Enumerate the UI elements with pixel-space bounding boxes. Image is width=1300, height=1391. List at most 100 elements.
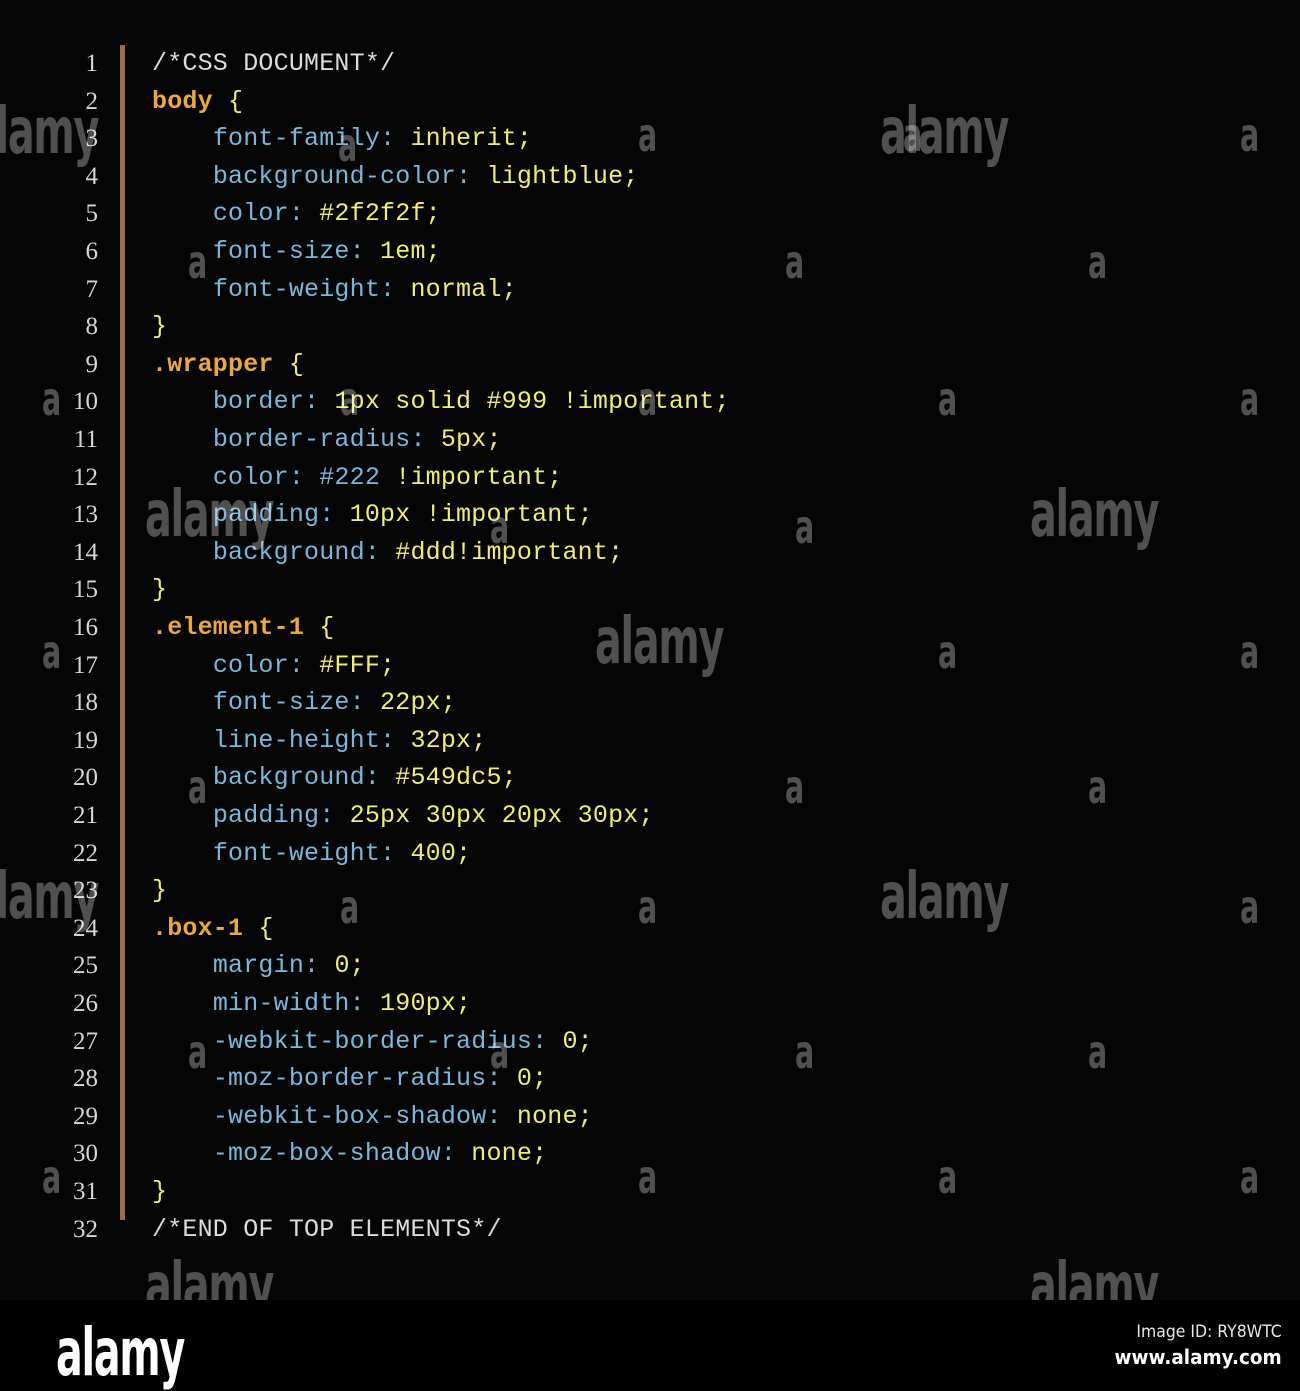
code-line[interactable]: 18 font-size: 22px; [0,684,1300,722]
code-line-text[interactable]: background-color: lightblue; [152,158,639,196]
code-line[interactable]: 7 font-weight: normal; [0,271,1300,309]
code-line[interactable]: 16 .element-1 { [0,609,1300,647]
code-line-text[interactable]: -webkit-border-radius: 0; [152,1023,593,1061]
code-token: : [410,425,441,454]
code-token: : [304,387,335,417]
code-line-text[interactable]: -moz-box-shadow: none; [152,1135,547,1173]
code-editor[interactable]: 1/*CSS DOCUMENT*/2 body {3 font-family: i… [0,0,1300,1300]
code-token: -moz-border-radius [212,1064,487,1094]
code-line-text[interactable]: padding: 10px !important; [152,496,593,534]
code-line[interactable]: 25 margin: 0; [0,947,1300,985]
code-line-text[interactable]: .box-1 { [152,910,274,948]
code-token: : [440,1139,472,1169]
code-line-text[interactable]: .wrapper { [152,346,304,384]
code-line-text[interactable]: -moz-border-radius: 0; [152,1060,547,1098]
code-line[interactable]: 19 line-height: 32px; [0,722,1300,760]
code-line[interactable]: 30 -moz-box-shadow: none; [0,1135,1300,1173]
code-line-text[interactable]: border: 1px solid #999 !important; [152,383,730,421]
code-line[interactable]: 23} [0,872,1300,910]
code-token: : [288,650,320,680]
code-line[interactable]: 29 -webkit-box-shadow: none; [0,1098,1300,1136]
code-token: inherit; [410,124,533,154]
code-line[interactable]: 27 -webkit-border-radius: 0; [0,1023,1300,1061]
code-line-text[interactable]: font-family: inherit; [152,120,532,158]
code-line-text[interactable]: font-weight: 400; [152,835,471,873]
code-line[interactable]: 12 color: #222 !important; [0,459,1300,497]
code-token: 1px solid #999 !important; [334,387,730,417]
code-line-text[interactable]: font-size: 22px; [152,684,456,722]
code-line[interactable]: 4 background-color: lightblue; [0,158,1300,196]
code-line[interactable]: 6 font-size: 1em; [0,233,1300,271]
code-token: #222 [319,462,381,492]
code-line-text[interactable]: /*CSS DOCUMENT*/ [152,45,395,83]
alamy-url-label: www.alamy.com [1114,1345,1282,1369]
code-line[interactable]: 22 font-weight: 400; [0,835,1300,873]
code-token: background [212,763,365,793]
code-line-text[interactable]: background: #549dc5; [152,759,517,797]
line-number: 12 [73,463,98,491]
code-token: -moz-box-shadow [212,1139,441,1169]
code-token: #2f2f2f; [319,199,441,229]
code-line[interactable]: 8} [0,308,1300,346]
code-line[interactable]: 26 min-width: 190px; [0,985,1300,1023]
code-line[interactable]: 21 padding: 25px 30px 20px 30px; [0,797,1300,835]
code-line[interactable]: 24 .box-1 { [0,910,1300,948]
code-line[interactable]: 10 border: 1px solid #999 !important; [0,383,1300,421]
code-line[interactable]: 32 /*END OF TOP ELEMENTS*/ [0,1211,1300,1249]
code-token: background-color [212,161,457,191]
code-token: 25px 30px 20px 30px; [349,801,654,830]
code-line-text[interactable]: line-height: 32px; [152,722,486,760]
code-line-text[interactable]: font-weight: normal; [152,271,517,309]
code-line[interactable]: 3 font-family: inherit; [0,120,1300,158]
code-line-text[interactable]: color: #222 !important; [152,459,562,497]
code-line-text[interactable]: padding: 25px 30px 20px 30px; [152,797,654,835]
code-line-text[interactable]: font-size: 1em; [152,233,441,271]
code-token: background [212,537,365,567]
code-line-text[interactable]: border-radius: 5px; [152,421,502,459]
code-line[interactable]: 20 background: #549dc5; [0,759,1300,797]
code-line-text[interactable]: min-width: 190px; [152,985,471,1023]
code-line[interactable]: 13 padding: 10px !important; [0,496,1300,534]
code-token: font-weight [212,838,381,868]
code-line[interactable]: 11 border-radius: 5px; [0,421,1300,459]
code-line[interactable]: 5 color: #2f2f2f; [0,195,1300,233]
code-line-text[interactable]: } [152,1173,167,1211]
code-line[interactable]: 9 .wrapper { [0,346,1300,384]
code-line-text[interactable]: } [152,872,167,910]
code-line-text[interactable]: color: #FFF; [152,647,395,685]
code-token: 0; [516,1064,548,1094]
line-number: 4 [85,162,99,190]
code-token: : [380,124,411,154]
code-line-text[interactable]: -webkit-box-shadow: none; [152,1098,593,1136]
code-line-text[interactable]: margin: 0; [152,947,365,985]
code-token: : [319,801,350,830]
code-line[interactable]: 2 body { [0,83,1300,121]
code-token: /*END OF TOP ELEMENTS*/ [152,1214,502,1244]
code-line-text[interactable]: } [152,571,167,609]
line-number: 29 [73,1102,98,1130]
code-line-text[interactable]: color: #2f2f2f; [152,195,441,233]
code-token: 1em; [380,237,441,266]
code-line-text[interactable]: .element-1 { [152,609,334,647]
code-line[interactable]: 28 -moz-border-radius: 0; [0,1060,1300,1098]
code-line[interactable]: 31} [0,1173,1300,1211]
code-line-text[interactable]: /*END OF TOP ELEMENTS*/ [152,1211,502,1249]
code-line[interactable]: 15} [0,571,1300,609]
code-line-text[interactable]: body { [152,83,243,121]
line-number: 17 [73,651,98,679]
code-line[interactable]: 17 color: #FFF; [0,647,1300,685]
code-token: -webkit-border-radius [212,1026,533,1056]
line-number: 28 [73,1065,98,1093]
code-line-text[interactable]: } [152,308,167,346]
code-line-text[interactable]: background: #ddd!important; [152,534,623,572]
code-token: !important; [380,462,563,492]
code-line[interactable]: 1 /*CSS DOCUMENT*/ [0,45,1300,83]
code-line[interactable]: 14 background: #ddd!important; [0,534,1300,572]
code-token: { [288,349,305,379]
